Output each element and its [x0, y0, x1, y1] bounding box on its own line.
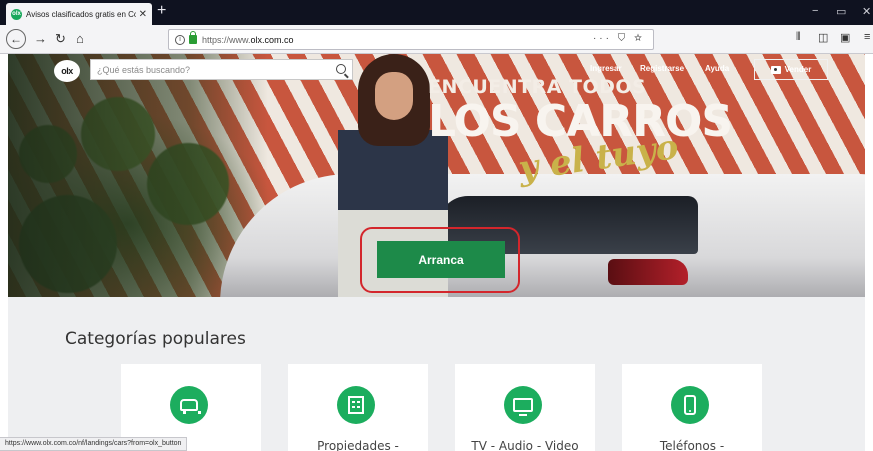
- browser-tab[interactable]: olx Avisos clasificados gratis en Co ✕: [6, 3, 152, 25]
- minimize-button[interactable]: −: [812, 5, 818, 17]
- arranca-button[interactable]: Arranca: [377, 241, 505, 278]
- url-prefix: https://www.: [202, 34, 251, 45]
- sell-button[interactable]: Vender: [754, 59, 828, 80]
- headline-small: ENCUENTRA TODOS: [428, 76, 647, 98]
- hero-person-face: [375, 72, 413, 120]
- building-icon-badge: [337, 386, 375, 424]
- menu-icon[interactable]: ≡: [864, 31, 870, 43]
- lock-icon: [189, 31, 197, 44]
- back-arrow-icon[interactable]: ←: [6, 29, 26, 49]
- info-icon[interactable]: i: [175, 34, 185, 45]
- close-tab-icon[interactable]: ✕: [139, 9, 147, 20]
- address-bar[interactable]: i https://www.olx.com.co ··· ⛉ ☆: [168, 29, 654, 50]
- search-box[interactable]: [90, 59, 353, 80]
- maximize-button[interactable]: ▭: [836, 5, 846, 18]
- home-icon[interactable]: ⌂: [76, 31, 84, 47]
- search-input[interactable]: [97, 64, 317, 75]
- url-domain: olx.com.co: [250, 34, 294, 45]
- olx-favicon-icon: olx: [11, 8, 22, 20]
- category-label: Teléfonos -: [659, 439, 725, 451]
- sidebar-icon[interactable]: ◫: [818, 31, 828, 44]
- camera-icon: [770, 65, 781, 74]
- olx-logo[interactable]: olx: [54, 60, 80, 82]
- search-icon[interactable]: [336, 64, 346, 74]
- tab-bar: olx Avisos clasificados gratis en Co ✕ +…: [0, 0, 873, 25]
- car-icon-badge: [170, 386, 208, 424]
- forward-arrow-icon[interactable]: →: [34, 31, 47, 47]
- new-tab-button[interactable]: +: [157, 2, 166, 20]
- building-icon: [348, 396, 364, 414]
- url-text: https://www.olx.com.co: [202, 35, 294, 45]
- navigation-bar: ← → ↻ ⌂ i https://www.olx.com.co ··· ⛉ ☆…: [0, 25, 873, 54]
- category-label: TV - Audio - Video: [471, 439, 579, 451]
- login-link[interactable]: Ingresar: [590, 64, 622, 73]
- hero-banner: ENCUENTRA TODOS LOS CARROS y el tuyo olx…: [8, 54, 865, 297]
- car-icon: [180, 399, 201, 414]
- tv-icon: [513, 398, 533, 416]
- sell-button-label: Vender: [784, 65, 812, 74]
- category-card-tv[interactable]: TV - Audio - Video: [455, 364, 595, 451]
- library-icon[interactable]: ⫴: [796, 31, 801, 44]
- category-card-phones[interactable]: Teléfonos -: [622, 364, 762, 451]
- hero-car-taillight: [608, 259, 688, 285]
- categories-section: Categorías populares Propiedades - TV - …: [8, 297, 865, 451]
- phone-icon-badge: [671, 386, 709, 424]
- register-link[interactable]: Registrarse: [640, 64, 684, 73]
- phone-icon: [684, 395, 696, 415]
- reload-icon[interactable]: ↻: [55, 31, 66, 47]
- categories-title: Categorías populares: [65, 329, 246, 349]
- screenshot-icon[interactable]: ▣: [840, 31, 850, 44]
- browser-window: olx Avisos clasificados gratis en Co ✕ +…: [0, 0, 873, 451]
- help-link[interactable]: Ayuda: [705, 64, 729, 73]
- category-card-properties[interactable]: Propiedades -: [288, 364, 428, 451]
- close-window-button[interactable]: ✕: [862, 5, 871, 18]
- tab-title: Avisos clasificados gratis en Co: [26, 9, 136, 19]
- category-label: Propiedades -: [317, 439, 399, 451]
- headline-big: LOS CARROS: [428, 96, 733, 147]
- tv-icon-badge: [504, 386, 542, 424]
- page-actions[interactable]: ··· ⛉ ☆: [593, 33, 645, 44]
- status-bar-link: https://www.olx.com.co/nf/landings/cars?…: [0, 437, 188, 451]
